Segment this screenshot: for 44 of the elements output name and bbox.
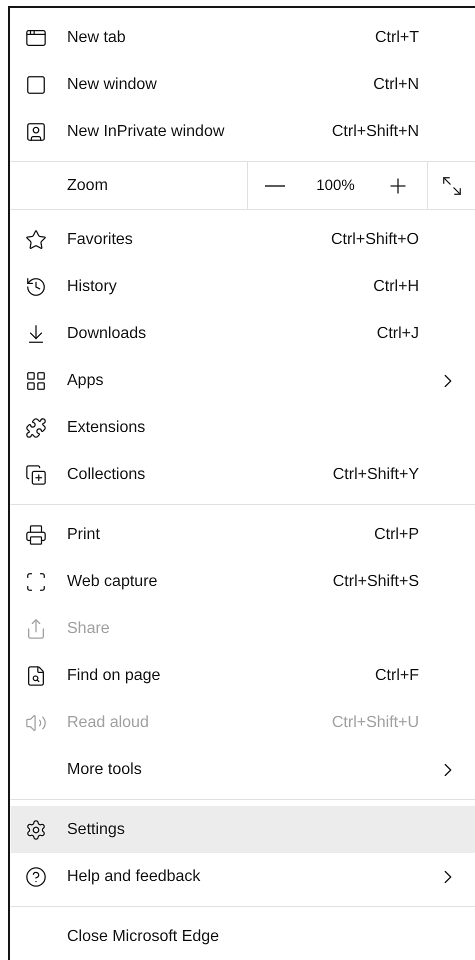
- shortcut-text: Ctrl+Shift+S: [332, 572, 419, 590]
- window-icon: [25, 74, 47, 96]
- menu-item[interactable]: Extensions: [10, 404, 475, 451]
- printer-icon: [25, 524, 47, 546]
- shortcut-text: Ctrl+F: [374, 666, 419, 684]
- menu-item[interactable]: Close Microsoft Edge: [10, 913, 475, 960]
- menu-item[interactable]: New window Ctrl+N: [10, 61, 475, 108]
- shortcut-text: Ctrl+P: [373, 526, 419, 544]
- grid-icon: [25, 370, 47, 392]
- menu-item[interactable]: Help and feedback: [10, 853, 475, 900]
- menu-item[interactable]: New InPrivate window Ctrl+Shift+N: [10, 108, 475, 155]
- shortcut-text: Ctrl+Shift+U: [330, 714, 419, 732]
- shortcut-text: Ctrl+N: [372, 76, 419, 94]
- share-icon: [25, 618, 47, 640]
- puzzle-icon: [25, 416, 47, 438]
- shortcut-text: Ctrl+H: [372, 278, 419, 296]
- shortcut-text: Ctrl+J: [376, 324, 419, 342]
- shortcut-text: Ctrl+Shift+Y: [332, 466, 419, 484]
- menu-item[interactable]: Find on page Ctrl+F: [10, 652, 475, 699]
- menu-item[interactable]: Web capture Ctrl+Shift+S: [10, 558, 475, 605]
- expand-icon: [440, 174, 462, 196]
- shortcut-text: Ctrl+Shift+N: [330, 122, 419, 140]
- settings-icon: [25, 818, 47, 840]
- menu-item[interactable]: More tools: [10, 746, 475, 793]
- menu-item[interactable]: Apps: [10, 357, 475, 404]
- menu-item[interactable]: Collections Ctrl+Shift+Y: [10, 451, 475, 498]
- private-window-icon: [25, 120, 47, 142]
- menu-item[interactable]: New tab Ctrl+T: [10, 14, 475, 61]
- shortcut-text: Ctrl+T: [374, 28, 419, 46]
- menu-item[interactable]: Downloads Ctrl+J: [10, 310, 475, 357]
- find-icon: [25, 664, 47, 686]
- minus-icon: [264, 184, 285, 186]
- help-icon: [25, 866, 47, 888]
- menu-item[interactable]: Print Ctrl+P: [10, 511, 475, 558]
- history-icon: [25, 276, 47, 298]
- collections-icon: [25, 464, 47, 486]
- zoom-label: Zoom: [66, 176, 109, 196]
- zoom-value: 100%: [316, 177, 355, 194]
- menu-item[interactable]: Favorites Ctrl+Shift+O: [10, 216, 475, 263]
- shortcut-text: Ctrl+Shift+O: [330, 230, 419, 248]
- star-icon: [25, 228, 47, 250]
- menu-item[interactable]: Settings: [10, 806, 475, 853]
- menu-item[interactable]: History Ctrl+H: [10, 263, 475, 310]
- capture-icon: [25, 570, 47, 592]
